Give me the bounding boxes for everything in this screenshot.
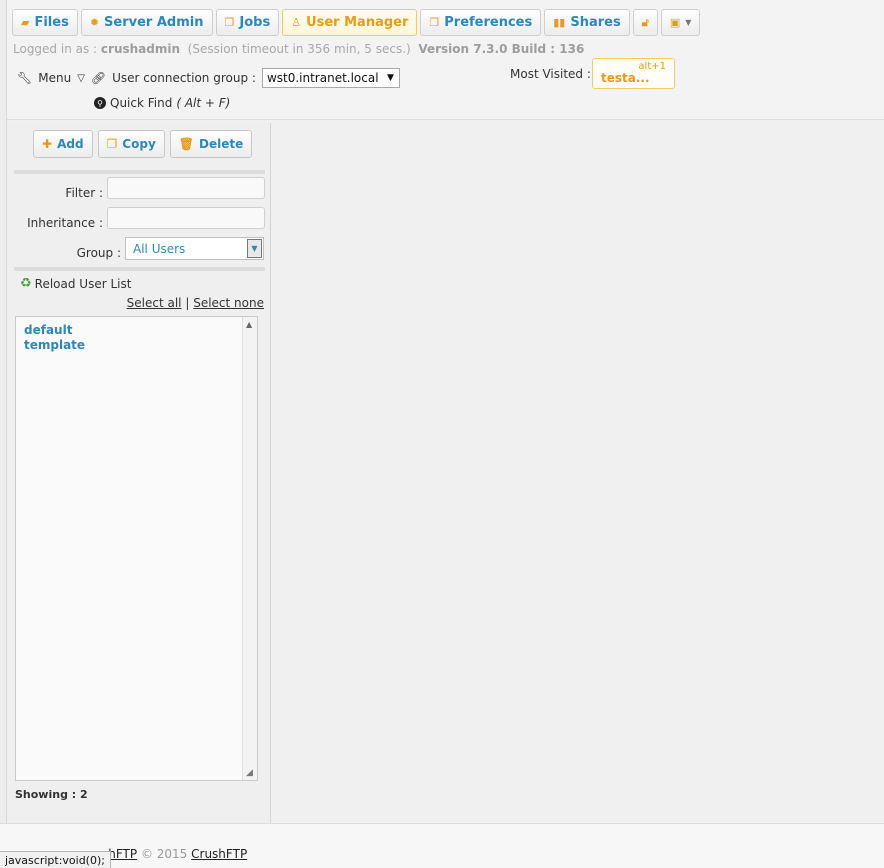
- most-visited-name: testa...: [601, 71, 650, 85]
- browser-status-bar: javascript:void(0);: [0, 851, 111, 868]
- showing-count: Showing : 2: [15, 788, 88, 801]
- quick-find[interactable]: ⚲ Quick Find ( Alt + F): [94, 96, 230, 110]
- folder-icon: ▰: [21, 16, 30, 29]
- unlock-tab-button[interactable]: 🔓︎: [632, 9, 658, 36]
- footer: shFTP © 2015 CrushFTP: [0, 823, 884, 868]
- filter-label: Filter :: [65, 186, 103, 200]
- plus-icon: ✚: [42, 137, 53, 151]
- menu-row: 🔧︎ Menu ▽ 🔗︎ User connection group : wst…: [17, 68, 400, 88]
- copy-user-button[interactable]: ❐ Copy: [97, 130, 165, 158]
- user-list[interactable]: default template ▲ ◢: [15, 316, 258, 781]
- quick-find-label: Quick Find: [110, 96, 173, 110]
- username: crushadmin: [100, 42, 181, 56]
- inheritance-label: Inheritance :: [27, 216, 103, 230]
- chevron-down-icon: ▼: [685, 18, 692, 27]
- tab-user-manager[interactable]: ♙ User Manager: [282, 9, 418, 36]
- selection-links: Select all | Select none: [127, 296, 264, 310]
- session-timeout: (Session timeout in 356 min, 5 secs.): [187, 42, 411, 56]
- chevron-down-icon[interactable]: ▼: [247, 239, 262, 258]
- footer-copyright: © 2015: [140, 847, 188, 861]
- connection-group-label: User connection group :: [112, 71, 256, 85]
- group-select[interactable]: All Users ▼: [125, 237, 264, 260]
- reload-label: Reload User List: [34, 276, 132, 291]
- reload-user-list[interactable]: ♻ Reload User List: [20, 276, 131, 291]
- tab-jobs[interactable]: ❐ Jobs: [215, 9, 280, 36]
- quick-find-shortcut: ( Alt + F): [176, 96, 231, 110]
- image-menu-button[interactable]: ▣ ▼: [660, 9, 701, 36]
- select-none-link[interactable]: Select none: [193, 296, 264, 310]
- chevron-down-icon[interactable]: ▽: [77, 73, 85, 84]
- wrench-icon: 🔧︎: [17, 71, 33, 85]
- top-header: ▰ Files ✹ Server Admin ❐ Jobs ♙ User Man…: [0, 0, 884, 120]
- tab-label: Shares: [570, 15, 621, 30]
- main-tabs: ▰ Files ✹ Server Admin ❐ Jobs ♙ User Man…: [12, 9, 701, 36]
- refresh-icon: ♻: [20, 276, 32, 291]
- version-info: Version 7.3.0 Build : 136: [418, 42, 585, 56]
- logged-in-prefix: Logged in as :: [13, 42, 98, 56]
- tab-shares[interactable]: ▮▮ Shares: [544, 9, 630, 36]
- delete-user-button[interactable]: 🗑︎ Delete: [169, 130, 253, 158]
- group-label: Group :: [76, 246, 121, 260]
- user-list-panel: ✚ Add ❐ Copy 🗑︎ Delete Filter : Inherita…: [7, 123, 271, 823]
- tab-label: Jobs: [239, 15, 271, 30]
- user-list-items: default template: [16, 323, 85, 353]
- link-separator: |: [185, 296, 190, 310]
- user-icon: ♙: [291, 16, 302, 29]
- delete-label: Delete: [199, 137, 244, 151]
- list-item[interactable]: default: [24, 323, 85, 338]
- most-visited-label: Most Visited :: [510, 67, 591, 81]
- search-icon: ⚲: [94, 97, 106, 109]
- chevron-down-icon: ▼: [387, 73, 394, 83]
- tab-label: User Manager: [306, 15, 409, 30]
- divider: [14, 170, 265, 174]
- copy-icon: ❐: [106, 137, 118, 151]
- tab-label: Files: [34, 15, 69, 30]
- copy-icon: ❐: [224, 16, 235, 29]
- trash-icon: 🗑︎: [178, 137, 194, 151]
- tab-label: Preferences: [444, 15, 533, 30]
- resize-grip-icon[interactable]: ◢: [246, 768, 253, 778]
- scrollbar[interactable]: ▲ ◢: [242, 317, 257, 780]
- copy-label: Copy: [122, 137, 156, 151]
- tab-server-admin[interactable]: ✹ Server Admin: [80, 9, 213, 36]
- connection-group-select[interactable]: wst0.intranet.local ▼: [261, 68, 400, 88]
- left-edge: [0, 0, 7, 868]
- divider: [14, 267, 265, 271]
- copy-icon: ❐: [429, 16, 440, 29]
- image-icon: ▣: [669, 16, 681, 29]
- add-user-button[interactable]: ✚ Add: [33, 130, 93, 158]
- gear-icon: ✹: [89, 16, 100, 29]
- select-all-link[interactable]: Select all: [127, 296, 182, 310]
- add-label: Add: [57, 137, 84, 151]
- inheritance-input[interactable]: [107, 207, 265, 229]
- tab-files[interactable]: ▰ Files: [12, 9, 78, 36]
- user-actions: ✚ Add ❐ Copy 🗑︎ Delete: [33, 130, 253, 158]
- connection-group-value: wst0.intranet.local: [266, 71, 379, 85]
- share-icon: ▮▮: [553, 16, 566, 29]
- footer-text: shFTP © 2015 CrushFTP: [102, 847, 247, 861]
- link-icon: 🔗︎: [90, 71, 107, 85]
- list-item[interactable]: template: [24, 338, 85, 353]
- filter-input[interactable]: [107, 177, 265, 199]
- menu-button[interactable]: Menu: [38, 71, 71, 85]
- lock-icon: 🔓︎: [641, 15, 649, 29]
- group-value: All Users: [133, 241, 186, 256]
- footer-crushftp-link[interactable]: CrushFTP: [191, 847, 247, 861]
- session-status: Logged in as : crushadmin (Session timeo…: [13, 42, 584, 56]
- tab-preferences[interactable]: ❐ Preferences: [420, 9, 542, 36]
- scroll-up-icon[interactable]: ▲: [246, 320, 252, 329]
- tab-label: Server Admin: [104, 15, 204, 30]
- most-visited-item[interactable]: alt+1 testa...: [592, 58, 675, 89]
